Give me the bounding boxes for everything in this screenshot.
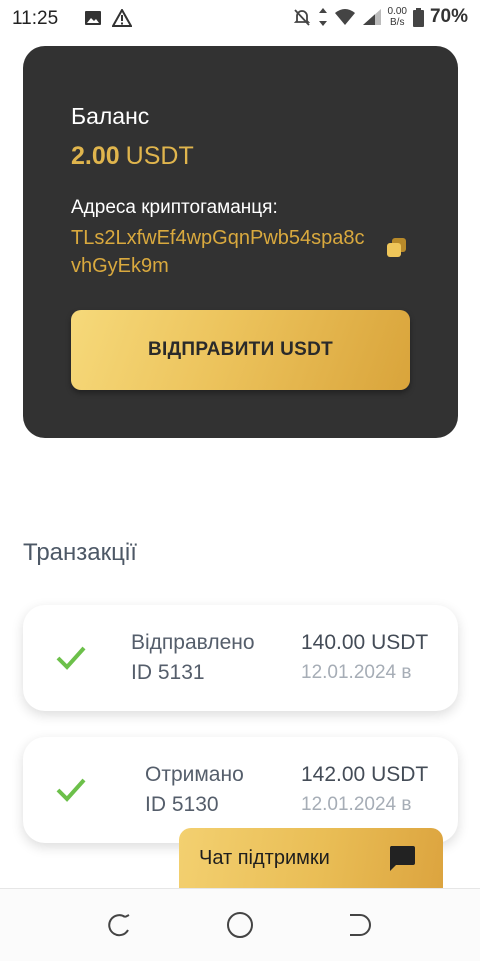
balance-currency: USDT xyxy=(125,142,194,170)
recent-apps-icon[interactable] xyxy=(105,911,133,939)
back-icon[interactable] xyxy=(346,911,374,939)
balance-card: Баланс 2.00 USDT Адреса криптогаманця: TL… xyxy=(23,46,458,438)
transaction-date: 12.01.2024 в xyxy=(301,794,412,815)
image-icon xyxy=(85,11,101,25)
check-icon xyxy=(56,646,86,670)
balance-label: Баланс xyxy=(71,103,150,129)
transaction-date: 12.01.2024 в xyxy=(301,662,412,683)
status-left-icons xyxy=(84,9,132,27)
support-chat-button[interactable]: Чат підтримки xyxy=(179,828,443,888)
battery-percent: 70% xyxy=(429,6,468,27)
transaction-type: Відправлено xyxy=(131,631,255,654)
support-chat-label: Чат підтримки xyxy=(199,846,330,869)
battery-icon xyxy=(412,7,424,27)
wallet-address-label: Адреса криптогаманця: xyxy=(71,197,278,218)
send-usdt-button[interactable]: ВІДПРАВИТИ USDT xyxy=(71,310,410,390)
transaction-id: ID 5130 xyxy=(145,793,219,816)
chat-bubble-icon xyxy=(389,846,415,871)
status-right-icons: 0.00 B/s 70% xyxy=(292,6,468,28)
home-icon[interactable] xyxy=(226,911,254,939)
transaction-amount: 140.00 USDT xyxy=(301,631,429,654)
transaction-card[interactable]: Відправлено ID 5131 140.00 USDT 12.01.20… xyxy=(23,605,458,711)
balance-amount: 2.00 xyxy=(71,142,120,170)
wallet-address[interactable]: TLs2LxfwEf4wpGqnPwb54spa8cvhGyEk9m xyxy=(71,224,371,280)
net-speed: 0.00 B/s xyxy=(388,6,407,28)
status-time: 11:25 xyxy=(12,8,59,29)
net-speed-unit: B/s xyxy=(390,17,405,28)
copy-icon[interactable] xyxy=(385,236,409,260)
system-nav-bar xyxy=(0,888,480,961)
mute-icon xyxy=(293,9,310,26)
wifi-icon xyxy=(334,9,355,25)
data-arrows-icon xyxy=(318,8,327,26)
net-speed-value: 0.00 xyxy=(387,6,407,17)
transactions-title: Транзакції xyxy=(23,539,137,566)
balance-value: 2.00 USDT xyxy=(71,142,194,171)
check-icon xyxy=(56,778,86,802)
transaction-amount: 142.00 USDT xyxy=(301,763,429,786)
transaction-type: Отримано xyxy=(145,763,244,786)
transaction-id: ID 5131 xyxy=(131,661,205,684)
signal-icon xyxy=(362,9,381,25)
status-bar: 11:25 0.00 B/s 70% xyxy=(0,0,480,38)
warning-icon xyxy=(112,9,132,27)
